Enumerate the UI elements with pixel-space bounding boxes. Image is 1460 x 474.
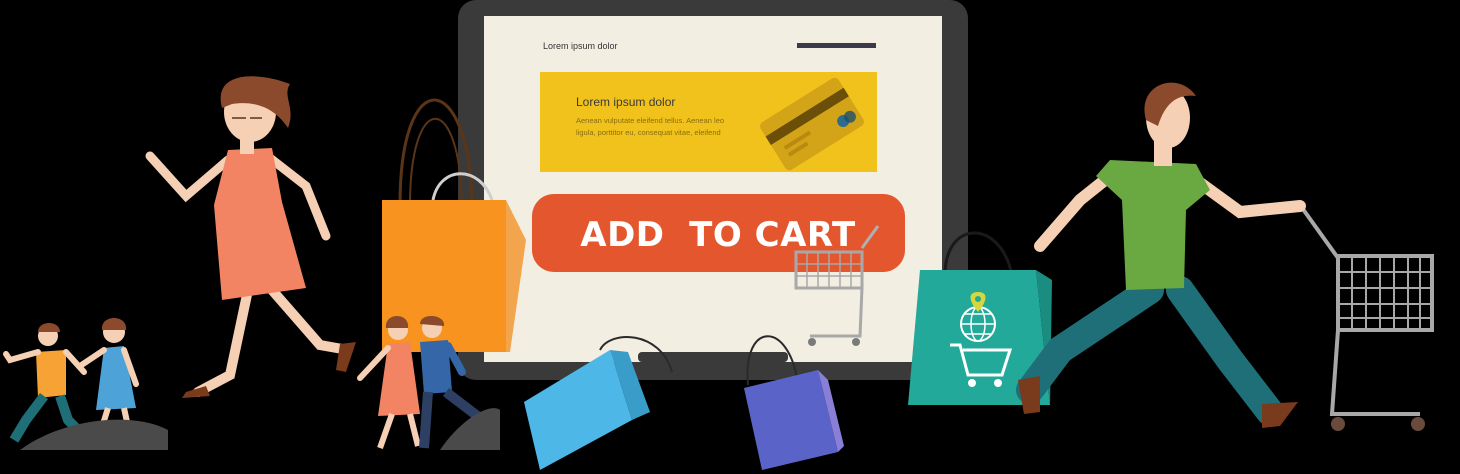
shopping-cart-icon	[1298, 203, 1434, 431]
laptop-screen	[484, 16, 942, 362]
add-to-cart-label: ADD TO CART	[580, 215, 856, 255]
shopping-illustration: Lorem ipsum dolor Lorem ipsum dolor Aene…	[3, 0, 1434, 470]
laptop-notch	[638, 352, 788, 362]
running-woman	[145, 76, 356, 398]
banner-body-line-2: ligula, porttitor eu, consequat vitae, e…	[576, 128, 721, 137]
screen-header-text: Lorem ipsum dolor	[543, 41, 618, 51]
running-children	[3, 318, 168, 450]
banner-body-line-1: Aenean vulputate eleifend tellus. Aenean…	[576, 116, 724, 125]
laptop: Lorem ipsum dolor Lorem ipsum dolor Aene…	[458, 0, 968, 380]
running-man-with-cart	[1016, 82, 1434, 431]
menu-bar-icon[interactable]	[797, 43, 876, 48]
banner-title: Lorem ipsum dolor	[576, 95, 675, 109]
